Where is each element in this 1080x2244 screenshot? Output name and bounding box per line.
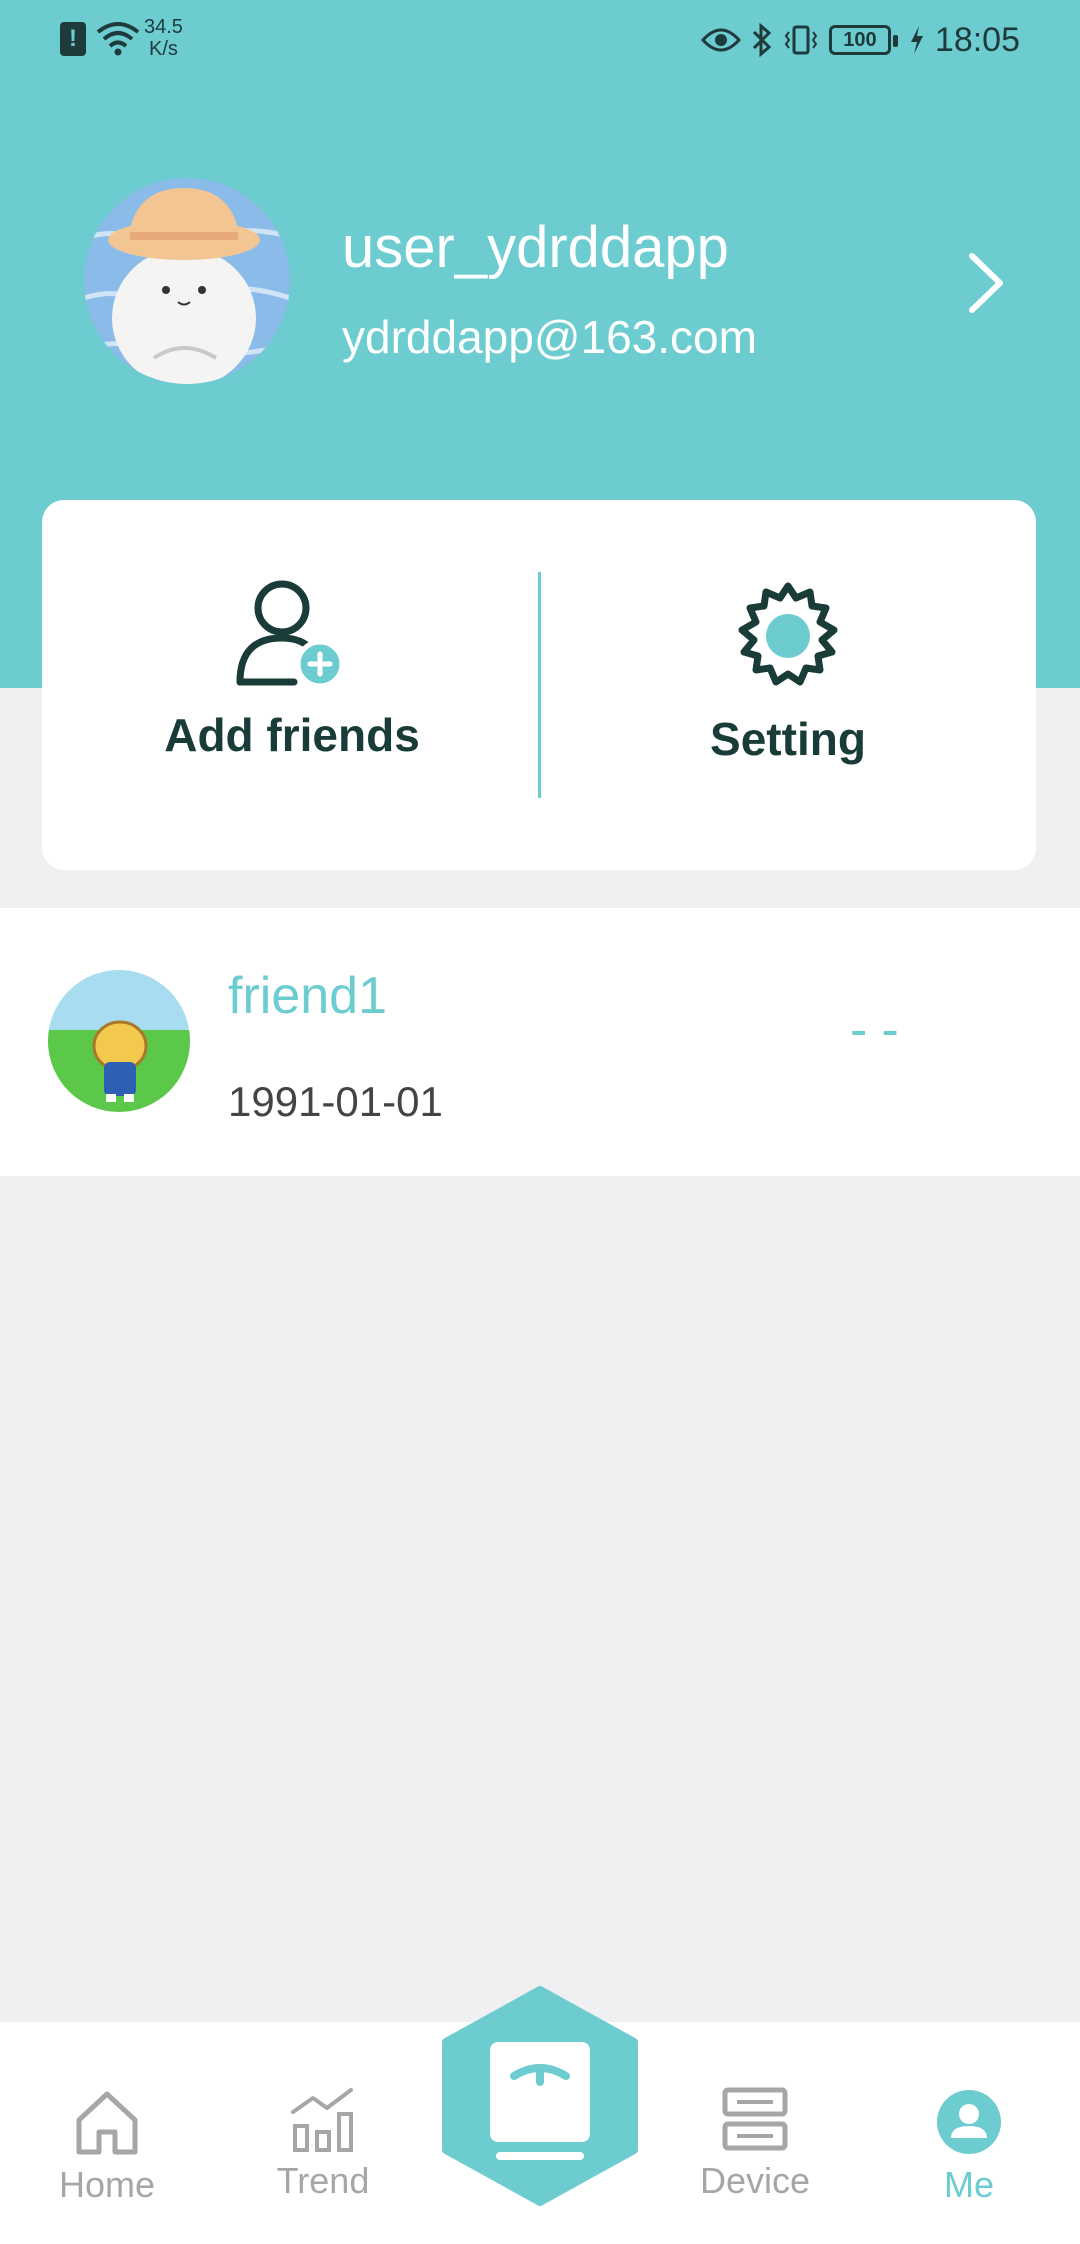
charging-icon — [910, 26, 923, 54]
add-friends-button[interactable]: Add friends — [72, 580, 512, 800]
nav-home-label: Home — [58, 2164, 156, 2205]
friend-avatar-image — [48, 970, 190, 1112]
chevron-right-icon[interactable] — [954, 248, 1014, 318]
scale-icon — [490, 2042, 590, 2142]
username: user_ydrddapp — [342, 215, 729, 280]
clock: 18:05 — [934, 20, 1020, 59]
network-speed-value: 34.5 — [144, 16, 183, 38]
nav-trend-label: Trend — [276, 2160, 370, 2201]
user-icon — [937, 2090, 1001, 2154]
add-friends-label: Add friends — [164, 709, 420, 761]
action-card: Add friends Setting — [42, 500, 1036, 870]
friend-avatar — [48, 970, 190, 1112]
scale-button[interactable] — [440, 1986, 640, 2206]
network-speed-unit: K/s — [149, 38, 178, 60]
cat-avatar-image — [84, 178, 290, 384]
alert-icon: ! — [60, 22, 86, 56]
nav-me-label: Me — [943, 2164, 994, 2205]
nav-home[interactable]: Home — [22, 2086, 192, 2206]
gear-icon — [738, 582, 838, 686]
add-user-icon — [236, 580, 345, 689]
friend-value: -- — [850, 1001, 913, 1059]
profile-header[interactable]: user_ydrddapp ydrddapp@163.com — [84, 178, 1014, 388]
device-icon — [722, 2087, 788, 2151]
bluetooth-icon — [752, 23, 772, 57]
avatar[interactable] — [84, 178, 290, 384]
nav-trend[interactable]: Trend — [238, 2086, 408, 2202]
friend-name: friend1 — [228, 967, 387, 1025]
home-icon — [76, 2091, 138, 2155]
status-bar: ! 34.5 K/s 100 18:05 — [0, 0, 1080, 80]
nav-device[interactable]: Device — [670, 2086, 840, 2202]
setting-label: Setting — [710, 713, 866, 765]
wifi-icon — [96, 22, 140, 56]
friend-birthdate: 1991-01-01 — [228, 1078, 443, 1125]
list-item[interactable]: friend1 1991-01-01 -- — [0, 908, 1080, 1176]
setting-button[interactable]: Setting — [568, 580, 1008, 800]
battery-indicator: 100 — [828, 25, 898, 55]
nav-device-label: Device — [699, 2160, 811, 2201]
nav-me[interactable]: Me — [884, 2086, 1054, 2206]
user-email: ydrddapp@163.com — [342, 311, 757, 363]
trend-icon — [291, 2088, 353, 2152]
eye-icon — [700, 28, 741, 52]
card-divider — [538, 572, 541, 798]
vibrate-icon — [784, 25, 818, 55]
network-speed: 34.5 K/s — [144, 16, 183, 60]
